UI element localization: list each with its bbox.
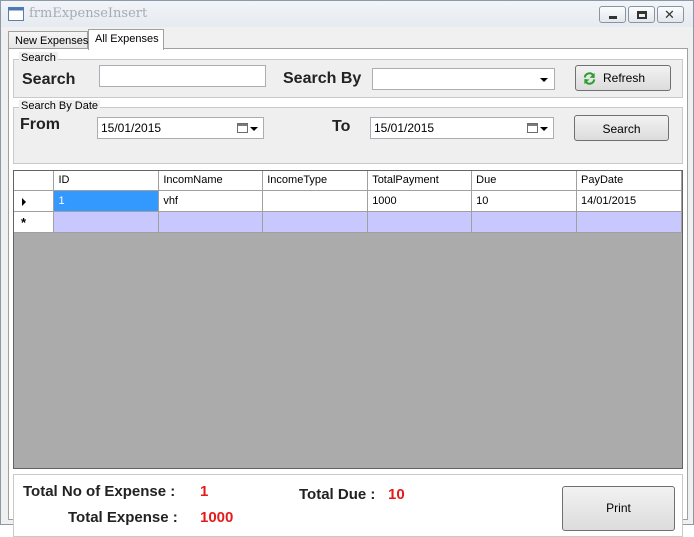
tab-new-expenses[interactable]: New Expenses (8, 31, 88, 49)
minimize-icon (609, 16, 617, 19)
window-title: frmExpenseInsert (29, 6, 148, 21)
cell-totalpayment[interactable]: 1000 (367, 190, 473, 212)
cell-incomname[interactable]: vhf (158, 190, 264, 212)
date-group-legend: Search By Date (19, 100, 101, 112)
maximize-button[interactable] (628, 6, 655, 23)
column-header-id[interactable]: ID (53, 171, 160, 191)
current-row-icon (22, 197, 26, 206)
new-row-header[interactable]: * (14, 211, 55, 233)
column-header-due[interactable]: Due (471, 171, 578, 191)
minimize-button[interactable] (599, 6, 626, 23)
print-button[interactable]: Print (562, 486, 675, 531)
title-bar[interactable]: frmExpenseInsert ✕ (1, 1, 693, 27)
from-label: From (20, 116, 60, 133)
tab-all-expenses[interactable]: All Expenses (88, 29, 164, 50)
total-due-value: 10 (388, 486, 405, 503)
row-header[interactable] (14, 190, 55, 212)
search-by-label: Search By (283, 70, 362, 87)
cell-incometype[interactable] (262, 190, 369, 212)
chevron-down-icon (540, 78, 548, 82)
expenses-table: ID IncomName IncomeType TotalPayment Due… (14, 171, 682, 233)
column-header-totalpayment[interactable]: TotalPayment (367, 171, 473, 191)
close-button[interactable]: ✕ (657, 6, 684, 23)
search-label: Search (22, 71, 76, 88)
cell-paydate[interactable]: 14/01/2015 (576, 190, 682, 212)
cell-due[interactable]: 10 (471, 190, 578, 212)
chevron-down-icon (250, 127, 258, 131)
refresh-label: Refresh (603, 71, 646, 85)
window: frmExpenseInsert ✕ New Expenses All Expe… (0, 0, 694, 537)
row-header-corner (14, 171, 55, 191)
refresh-button[interactable]: Refresh (575, 65, 671, 91)
cell-id[interactable]: 1 (53, 190, 160, 212)
total-expense-value: 1000 (200, 509, 234, 526)
search-button[interactable]: Search (574, 115, 669, 141)
total-expense-label: Total Expense : (68, 509, 178, 526)
column-header-incometype[interactable]: IncomeType (262, 171, 369, 191)
from-date-value: 15/01/2015 (101, 121, 162, 135)
total-due-label: Total Due : (299, 486, 376, 503)
window-app-icon (8, 7, 24, 21)
search-input[interactable] (99, 65, 266, 87)
calendar-icon (237, 123, 248, 133)
expenses-grid[interactable]: ID IncomName IncomeType TotalPayment Due… (13, 170, 683, 469)
table-row[interactable]: 1 vhf 1000 10 14/01/2015 (14, 190, 682, 212)
new-row[interactable]: * (14, 211, 682, 233)
new-cell-totalpayment[interactable] (367, 211, 473, 233)
search-group-legend: Search (19, 52, 58, 64)
new-cell-id[interactable] (53, 211, 160, 233)
chevron-down-icon (540, 127, 548, 131)
tab-page-all-expenses: Search Search Search By Refresh Search B… (8, 48, 688, 537)
from-date-picker[interactable]: 15/01/2015 (97, 117, 264, 139)
to-label: To (332, 118, 351, 135)
new-cell-due[interactable] (471, 211, 578, 233)
to-date-picker[interactable]: 15/01/2015 (370, 117, 554, 139)
close-icon: ✕ (664, 7, 675, 22)
summary-panel: Total No of Expense : 1 Total Expense : … (13, 474, 683, 537)
refresh-icon (583, 72, 596, 85)
new-cell-paydate[interactable] (576, 211, 682, 233)
new-row-icon: * (21, 214, 27, 230)
calendar-icon (527, 123, 538, 133)
search-group: Search Search Search By Refresh (13, 52, 683, 98)
new-cell-incomname[interactable] (158, 211, 264, 233)
column-header-incomname[interactable]: IncomName (158, 171, 264, 191)
to-date-value: 15/01/2015 (374, 121, 435, 135)
grid-header-row: ID IncomName IncomeType TotalPayment Due… (14, 171, 682, 191)
column-header-paydate[interactable]: PayDate (576, 171, 682, 191)
maximize-icon (637, 11, 647, 19)
total-no-label: Total No of Expense : (23, 483, 176, 500)
search-by-dropdown[interactable] (372, 68, 555, 90)
new-cell-incometype[interactable] (262, 211, 369, 233)
search-by-date-group: Search By Date From 15/01/2015 To 15/01/… (13, 100, 683, 164)
total-no-value: 1 (200, 483, 209, 500)
client-area: New Expenses All Expenses Search Search … (4, 27, 690, 537)
